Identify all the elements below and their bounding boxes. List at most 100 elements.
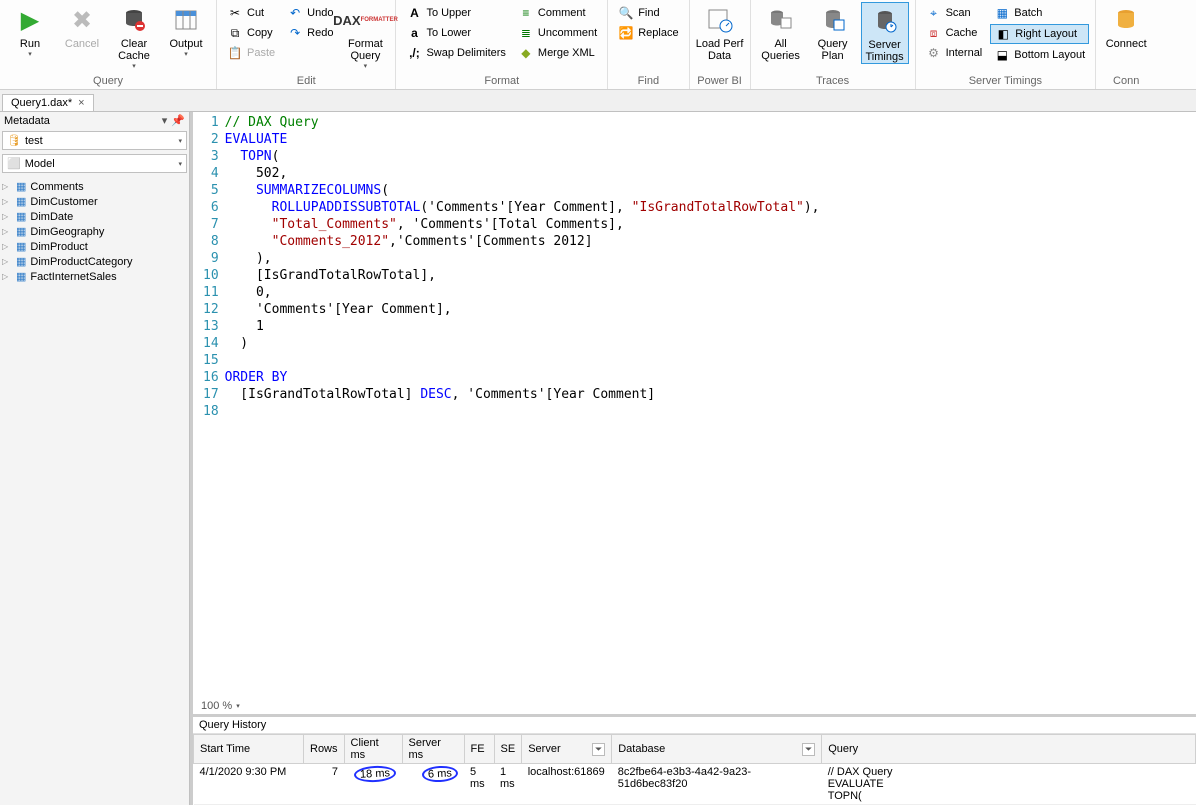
client-ms-highlight: 18 ms	[354, 765, 397, 783]
run-button[interactable]: ▶Run▾	[6, 2, 54, 58]
query-plan-button[interactable]: Query Plan	[809, 2, 857, 62]
connect-button[interactable]: Connect	[1102, 2, 1150, 50]
table-item[interactable]: ▷▦FactInternetSales	[2, 269, 187, 284]
dropdown-icon[interactable]: ▾	[162, 114, 168, 127]
format-query-button[interactable]: DAXFORMATTERFormat Query▾	[341, 2, 389, 70]
redo-icon: ↷	[287, 25, 303, 41]
model-combo[interactable]: ⬜Model▾	[2, 154, 187, 173]
model-icon: ⬜	[7, 158, 21, 170]
col-start[interactable]: Start Time	[194, 735, 304, 764]
undo-button[interactable]: ↶Undo	[283, 4, 337, 22]
copy-icon: ⧉	[227, 25, 243, 41]
cache-button[interactable]: ⧈Cache	[922, 24, 987, 42]
cut-button[interactable]: ✂Cut	[223, 4, 279, 22]
comment-icon: ≡	[518, 5, 534, 21]
load-perf-button[interactable]: Load Perf Data	[696, 2, 744, 62]
history-row[interactable]: 4/1/2020 9:30 PM 7 18 ms 6 ms 5 ms 1 ms …	[194, 764, 1196, 805]
metadata-panel: Metadata ▾📌 🛢test▾ ⬜Model▾ ▷▦Comments▷▦D…	[0, 112, 190, 805]
table-item[interactable]: ▷▦DimProductCategory	[2, 254, 187, 269]
play-icon: ▶	[14, 4, 46, 36]
uncomment-icon: ≣	[518, 25, 534, 41]
code-editor[interactable]: 123456789101112131415161718 // DAX Query…	[193, 112, 1196, 698]
copy-button[interactable]: ⧉Copy	[223, 24, 279, 42]
batch-button[interactable]: ▦Batch	[990, 4, 1089, 22]
database-combo[interactable]: 🛢test▾	[2, 131, 187, 150]
table-icon: ▦	[16, 195, 26, 208]
bottom-layout-icon: ⬓	[994, 47, 1010, 63]
metadata-title: Metadata	[4, 115, 50, 127]
col-fe[interactable]: FE	[464, 735, 494, 764]
col-server-name[interactable]: Server⏷	[522, 735, 612, 764]
replace-button[interactable]: 🔁Replace	[614, 24, 682, 42]
batch-icon: ▦	[994, 5, 1010, 21]
col-rows[interactable]: Rows	[304, 735, 345, 764]
col-query[interactable]: Query	[822, 735, 1196, 764]
tab-strip: Query1.dax* ×	[0, 90, 1196, 112]
find-icon: 🔍	[618, 5, 634, 21]
right-layout-button[interactable]: ◧Right Layout	[990, 24, 1089, 44]
cut-icon: ✂	[227, 5, 243, 21]
group-label: Query	[6, 75, 210, 89]
find-button[interactable]: 🔍Find	[614, 4, 682, 22]
expand-icon[interactable]: ▷	[2, 272, 12, 281]
internal-button[interactable]: ⚙Internal	[922, 44, 987, 62]
col-client[interactable]: Client ms	[344, 735, 402, 764]
merge-icon: ◆	[518, 45, 534, 61]
expand-icon[interactable]: ▷	[2, 197, 12, 206]
redo-button[interactable]: ↷Redo	[283, 24, 337, 42]
scan-button[interactable]: ⌖Scan	[922, 4, 987, 22]
expand-icon[interactable]: ▷	[2, 227, 12, 236]
table-icon: ▦	[16, 225, 26, 238]
comment-button[interactable]: ≡Comment	[514, 4, 601, 22]
table-icon: ▦	[16, 255, 26, 268]
table-item[interactable]: ▷▦DimProduct	[2, 239, 187, 254]
cancel-button[interactable]: ✖Cancel	[58, 2, 106, 50]
col-db[interactable]: Database⏷	[612, 735, 822, 764]
table-item[interactable]: ▷▦DimGeography	[2, 224, 187, 239]
paste-icon: 📋	[227, 45, 243, 61]
replace-icon: 🔁	[618, 25, 634, 41]
query-history-panel: Query History Start Time Rows Client ms …	[193, 714, 1196, 805]
query-history-title: Query History	[193, 717, 1196, 734]
table-item[interactable]: ▷▦DimDate	[2, 209, 187, 224]
expand-icon[interactable]: ▷	[2, 242, 12, 251]
internal-icon: ⚙	[926, 45, 942, 61]
queries-icon	[765, 4, 797, 36]
uncomment-button[interactable]: ≣Uncomment	[514, 24, 601, 42]
output-button[interactable]: Output▾	[162, 2, 210, 58]
cache-icon: ⧈	[926, 25, 942, 41]
table-icon: ▦	[16, 180, 26, 193]
close-tab-icon[interactable]: ×	[78, 97, 84, 109]
col-se[interactable]: SE	[494, 735, 522, 764]
scan-icon: ⌖	[926, 5, 942, 21]
undo-icon: ↶	[287, 5, 303, 21]
table-item[interactable]: ▷▦DimCustomer	[2, 194, 187, 209]
merge-xml-button[interactable]: ◆Merge XML	[514, 44, 601, 62]
pin-icon[interactable]: 📌	[171, 114, 185, 127]
tables-tree: ▷▦Comments▷▦DimCustomer▷▦DimDate▷▦DimGeo…	[0, 175, 189, 805]
server-ms-highlight: 6 ms	[422, 765, 459, 783]
expand-icon[interactable]: ▷	[2, 182, 12, 191]
tab-query1[interactable]: Query1.dax* ×	[2, 94, 94, 111]
clear-cache-button[interactable]: Clear Cache▾	[110, 2, 158, 70]
filter-icon[interactable]: ⏷	[802, 743, 815, 756]
table-item[interactable]: ▷▦Comments	[2, 179, 187, 194]
expand-icon[interactable]: ▷	[2, 212, 12, 221]
expand-icon[interactable]: ▷	[2, 257, 12, 266]
col-server[interactable]: Server ms	[402, 735, 464, 764]
db-clear-icon	[118, 4, 150, 36]
zoom-indicator[interactable]: 100 % ▾	[193, 698, 1196, 714]
bottom-layout-button[interactable]: ⬓Bottom Layout	[990, 46, 1089, 64]
to-lower-button[interactable]: aTo Lower	[402, 24, 509, 42]
server-timings-button[interactable]: Server Timings	[861, 2, 909, 64]
paste-button[interactable]: 📋Paste	[223, 44, 279, 62]
to-upper-button[interactable]: ATo Upper	[402, 4, 509, 22]
upper-icon: A	[406, 5, 422, 21]
filter-icon[interactable]: ⏷	[592, 743, 605, 756]
ribbon: ▶Run▾ ✖Cancel Clear Cache▾ Output▾ Query…	[0, 0, 1196, 90]
table-icon: ▦	[16, 270, 26, 283]
perf-icon	[704, 4, 736, 36]
swap-delim-button[interactable]: ,/;Swap Delimiters	[402, 44, 509, 62]
all-queries-button[interactable]: All Queries	[757, 2, 805, 62]
timings-icon	[869, 5, 901, 37]
